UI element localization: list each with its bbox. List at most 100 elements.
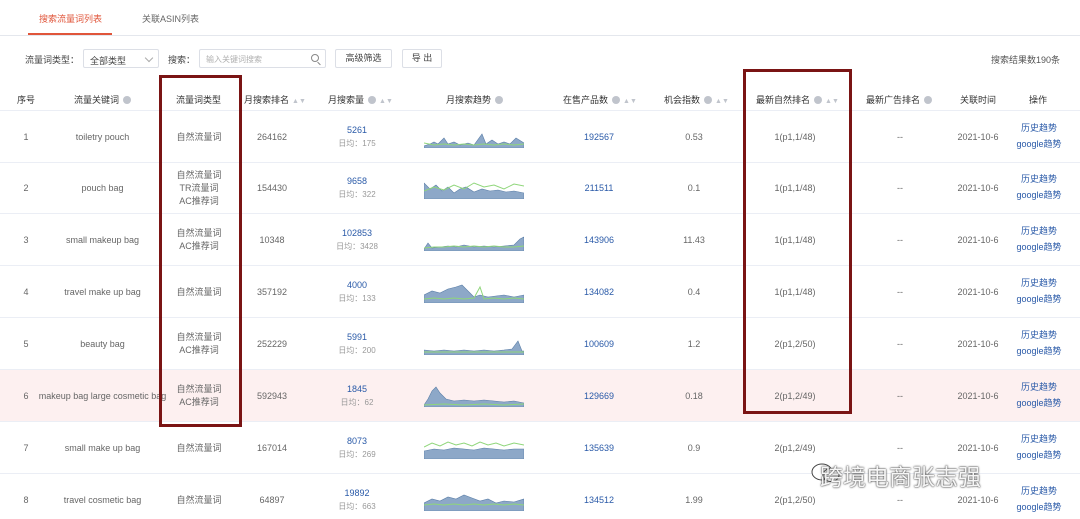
row-actions: 历史趋势 google趋势 [1012, 223, 1066, 255]
monthly-volume[interactable]: 9658 [322, 175, 392, 188]
search-trend-sparkline[interactable] [424, 333, 524, 355]
keyword-text: travel make up bag [64, 287, 141, 297]
google-trend-link[interactable]: google趋势 [1012, 447, 1066, 463]
google-trend-link[interactable]: google趋势 [1012, 343, 1066, 359]
header-keyword[interactable]: 流量关键词 [74, 93, 132, 106]
search-rank: 167014 [256, 443, 288, 453]
filter-bar: 流量词类型： 全部类型 搜索： 输入关键词搜索 高级筛选 导 出 搜索结果数19… [0, 49, 1080, 69]
monthly-volume[interactable]: 4000 [322, 279, 392, 292]
opportunity-index: 0.1 [687, 183, 701, 193]
related-time: 2021-10-6 [957, 443, 999, 453]
annotation-box-type-column [159, 75, 242, 427]
keyword-text: small make up bag [64, 443, 141, 453]
sort-icon[interactable]: ▲▼ [623, 98, 637, 105]
search-rank: 357192 [256, 287, 288, 297]
sort-icon[interactable]: ▲▼ [292, 98, 306, 105]
monthly-volume[interactable]: 102853 [322, 227, 392, 240]
history-trend-link[interactable]: 历史趋势 [1012, 171, 1066, 187]
google-trend-link[interactable]: google趋势 [1012, 239, 1066, 255]
search-volume: 9658 日均：322 [322, 175, 392, 201]
ad-rank: -- [897, 391, 903, 401]
daily-average: 日均：175 [338, 139, 376, 148]
search-volume: 4000 日均：133 [322, 279, 392, 305]
search-trend-sparkline[interactable] [424, 385, 524, 407]
related-time: 2021-10-6 [957, 495, 999, 505]
monthly-volume[interactable]: 19892 [322, 487, 392, 500]
google-trend-link[interactable]: google趋势 [1012, 187, 1066, 203]
history-trend-link[interactable]: 历史趋势 [1012, 379, 1066, 395]
sort-icon[interactable]: ▲▼ [379, 98, 393, 105]
search-trend-sparkline[interactable] [424, 229, 524, 251]
header-rank[interactable]: 月搜索排名 ▲▼ [244, 93, 306, 106]
google-trend-link[interactable]: google趋势 [1012, 291, 1066, 307]
opportunity-index: 0.18 [685, 391, 703, 401]
product-count[interactable]: 134082 [568, 286, 630, 299]
history-trend-link[interactable]: 历史趋势 [1012, 120, 1066, 136]
header-ad-rank[interactable]: 最新广告排名 [866, 93, 933, 106]
history-trend-link[interactable]: 历史趋势 [1012, 431, 1066, 447]
tab-related-asin[interactable]: 关联ASIN列表 [142, 12, 199, 25]
related-time: 2021-10-6 [957, 235, 999, 245]
history-trend-link[interactable]: 历史趋势 [1012, 275, 1066, 291]
type-select[interactable]: 全部类型 [83, 49, 159, 68]
monthly-volume[interactable]: 5991 [322, 331, 392, 344]
keyword-text: pouch bag [81, 183, 124, 193]
product-count[interactable]: 211511 [568, 182, 630, 195]
row-actions: 历史趋势 google趋势 [1012, 275, 1066, 307]
header-opportunity[interactable]: 机会指数 ▲▼ [664, 93, 729, 106]
header-products[interactable]: 在售产品数 ▲▼ [563, 93, 637, 106]
annotation-box-natural-rank-column [743, 69, 852, 414]
type-select-value: 全部类型 [90, 56, 127, 66]
tab-search-keywords[interactable]: 搜索流量词列表 [39, 12, 102, 25]
monthly-volume[interactable]: 8073 [322, 435, 392, 448]
header-trend[interactable]: 月搜索趋势 [446, 93, 504, 106]
natural-rank: 2(p1,2/49) [774, 443, 816, 453]
history-trend-link[interactable]: 历史趋势 [1012, 223, 1066, 239]
search-trend-sparkline[interactable] [424, 126, 524, 148]
google-trend-link[interactable]: google趋势 [1012, 499, 1066, 515]
help-icon[interactable] [368, 96, 377, 104]
product-count[interactable]: 134512 [568, 494, 630, 507]
history-trend-link[interactable]: 历史趋势 [1012, 483, 1066, 499]
sort-icon[interactable]: ▲▼ [715, 98, 729, 105]
opportunity-index: 11.43 [683, 235, 705, 245]
search-rank: 264162 [256, 132, 288, 142]
search-input[interactable]: 输入关键词搜索 [199, 49, 326, 68]
product-count[interactable]: 100609 [568, 338, 630, 351]
search-trend-sparkline[interactable] [424, 177, 524, 199]
related-time: 2021-10-6 [957, 391, 999, 401]
search-volume: 5991 日均：200 [322, 331, 392, 357]
search-icon[interactable] [311, 54, 319, 62]
help-icon[interactable] [612, 96, 621, 104]
product-count[interactable]: 129669 [568, 390, 630, 403]
help-icon[interactable] [924, 96, 933, 104]
product-count[interactable]: 192567 [568, 131, 630, 144]
search-trend-sparkline[interactable] [424, 437, 524, 459]
related-time: 2021-10-6 [957, 183, 999, 193]
header-volume[interactable]: 月搜索量 ▲▼ [328, 93, 393, 106]
keyword-text: toiletry pouch [75, 132, 130, 142]
search-rank: 10348 [259, 235, 285, 245]
advanced-filter-button[interactable]: 高级筛选 [335, 49, 392, 68]
help-icon[interactable] [123, 96, 132, 104]
export-button[interactable]: 导 出 [402, 49, 442, 68]
search-trend-sparkline[interactable] [424, 281, 524, 303]
search-trend-sparkline[interactable] [424, 489, 524, 511]
product-count[interactable]: 135639 [568, 442, 630, 455]
monthly-volume[interactable]: 5261 [322, 124, 392, 137]
search-label: 搜索： [168, 55, 196, 65]
natural-rank: 2(p1,2/50) [774, 495, 816, 505]
keyword-text: travel cosmetic bag [63, 495, 142, 505]
row-actions: 历史趋势 google趋势 [1012, 483, 1066, 515]
product-count[interactable]: 143906 [568, 234, 630, 247]
search-rank: 64897 [259, 495, 285, 505]
ad-rank: -- [897, 287, 903, 297]
history-trend-link[interactable]: 历史趋势 [1012, 327, 1066, 343]
help-icon[interactable] [704, 96, 713, 104]
row-actions: 历史趋势 google趋势 [1012, 327, 1066, 359]
google-trend-link[interactable]: google趋势 [1012, 395, 1066, 411]
google-trend-link[interactable]: google趋势 [1012, 136, 1066, 152]
monthly-volume[interactable]: 1845 [322, 383, 392, 396]
help-icon[interactable] [495, 96, 504, 104]
search-placeholder: 输入关键词搜索 [206, 55, 262, 64]
